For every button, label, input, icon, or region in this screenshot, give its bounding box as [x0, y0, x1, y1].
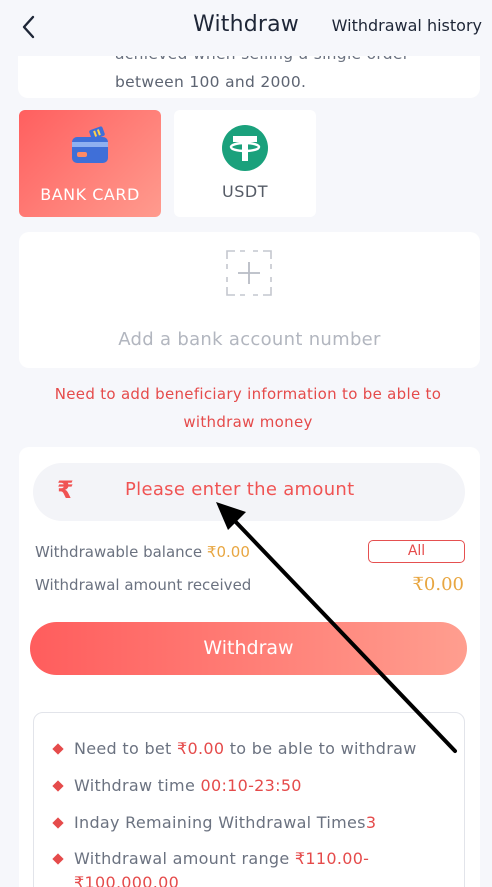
amount-input[interactable]: ₹ Please enter the amount — [33, 463, 465, 521]
withdrawal-history-link[interactable]: Withdrawal history — [332, 16, 482, 35]
rupee-icon: ₹ — [57, 476, 74, 504]
withdrawable-balance-label: Withdrawable balance — [35, 543, 207, 561]
add-bank-account-label: Add a bank account number — [118, 329, 381, 350]
tab-usdt[interactable]: USDT — [174, 110, 316, 217]
tab-bank-card-label: BANK CARD — [40, 185, 140, 204]
rule-range-value-max: ₹100,000.00 — [74, 873, 180, 887]
tab-bank-card[interactable]: BANK CARD — [19, 110, 161, 217]
withdrawable-balance-row: Withdrawable balance ₹0.00 — [35, 543, 250, 561]
diamond-bullet-icon — [52, 853, 64, 865]
rule-times-text: Inday Remaining Withdrawal Times — [74, 813, 366, 832]
rule-time-value: 00:10-23:50 — [200, 776, 302, 795]
header-bar: Withdraw Withdrawal history — [0, 0, 492, 56]
bank-card-icon — [68, 124, 112, 172]
rule-time-text: Withdraw time — [74, 776, 201, 795]
diamond-bullet-icon — [52, 817, 64, 829]
add-bank-account-card[interactable]: Add a bank account number — [19, 232, 480, 368]
tab-usdt-label: USDT — [222, 182, 268, 201]
add-frame-icon — [226, 250, 272, 300]
rule-bet-text: Need to bet — [74, 739, 178, 758]
rule-bet-suffix: to be able to withdraw — [224, 739, 417, 758]
amount-card: ₹ Please enter the amount Withdrawable b… — [19, 447, 480, 887]
usdt-icon — [221, 124, 269, 176]
withdraw-rules-box: Need to bet ₹0.00 to be able to withdraw… — [33, 712, 465, 887]
withdrawable-balance-value: ₹0.00 — [206, 543, 250, 561]
diamond-bullet-icon — [52, 743, 64, 755]
rule-bet-value: ₹0.00 — [177, 739, 225, 758]
beneficiary-warning: Need to add beneficiary information to b… — [54, 385, 442, 431]
amount-placeholder: Please enter the amount — [125, 479, 355, 500]
rule-range-value: ₹110.00- — [294, 849, 370, 868]
rule-range-text: Withdrawal amount range — [74, 849, 295, 868]
all-button[interactable]: All — [368, 540, 465, 563]
withdrawal-received-label: Withdrawal amount received — [35, 576, 252, 594]
diamond-bullet-icon — [52, 780, 64, 792]
notice-line-2: between 100 and 2000. — [115, 73, 307, 91]
rule-times-value: 3 — [365, 813, 377, 832]
withdrawal-received-value: ₹0.00 — [412, 574, 464, 595]
withdraw-button[interactable]: Withdraw — [30, 622, 467, 675]
